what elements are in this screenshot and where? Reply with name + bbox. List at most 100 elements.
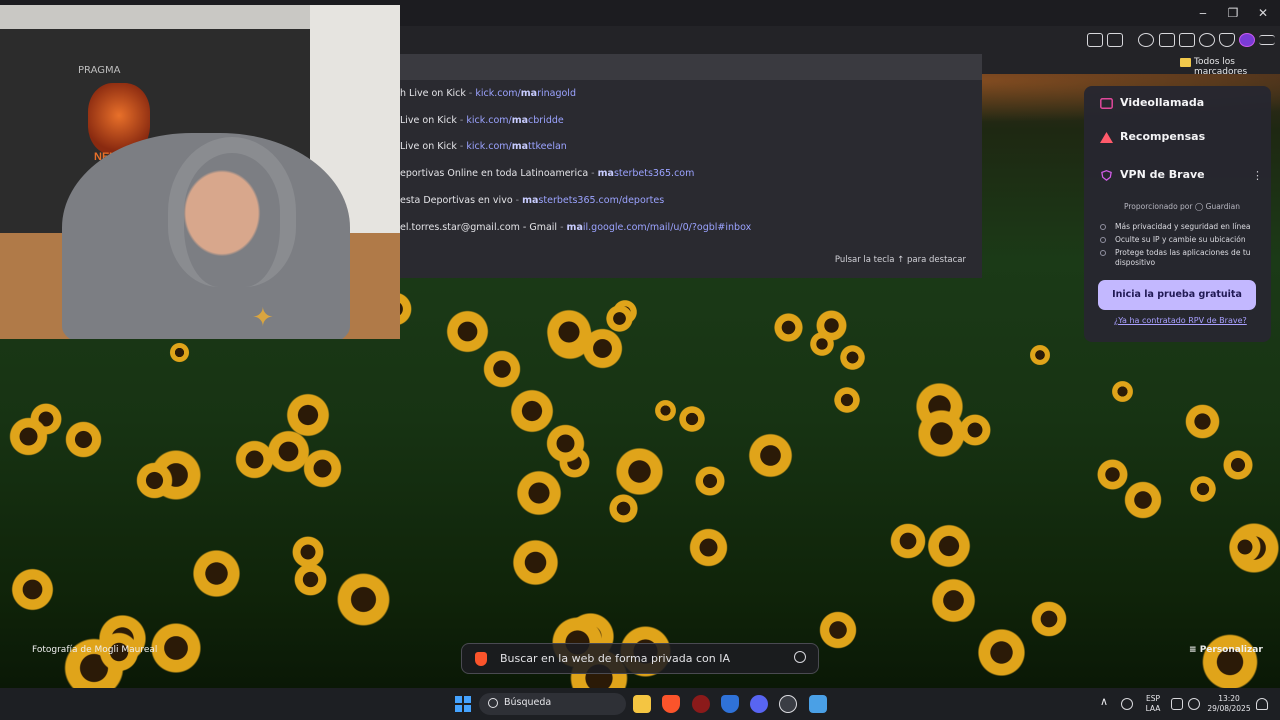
sunflower xyxy=(654,399,677,422)
suggestion-title: el.torres.star@gmail.com - Gmail xyxy=(400,222,558,233)
network-icon[interactable] xyxy=(1171,698,1183,710)
url-match: ma xyxy=(522,195,539,206)
minimize-button[interactable]: ‒ xyxy=(1193,4,1213,22)
webcam-overlay: PRAGMA NEUTRO ✦ xyxy=(0,5,400,339)
sidebar-icon[interactable] xyxy=(1159,33,1175,47)
suggestion-row[interactable]: Live on Kick - kick.com/macbridde xyxy=(400,110,982,132)
screenshot-icon[interactable] xyxy=(1107,33,1123,47)
check-icon xyxy=(1100,224,1106,230)
wallet-icon[interactable] xyxy=(1179,33,1195,47)
suggestion-row[interactable]: h Live on Kick - kick.com/marinagold xyxy=(400,83,982,105)
all-bookmarks-link[interactable]: Todos los marcadores xyxy=(1194,57,1280,77)
sunflower xyxy=(285,392,331,438)
volume-icon[interactable] xyxy=(1188,698,1200,710)
sunflower xyxy=(926,523,972,569)
search-box[interactable]: Buscar en la web de forma privada con IA xyxy=(461,643,819,674)
extensions-icon[interactable] xyxy=(1087,33,1103,47)
sunflower xyxy=(747,432,794,479)
language-indicator[interactable]: ESP LAA xyxy=(1142,694,1164,714)
suggestion-row[interactable]: Live on Kick - kick.com/mattkeelan xyxy=(400,136,982,158)
leo-ai-icon[interactable] xyxy=(1199,33,1215,47)
photos-icon[interactable] xyxy=(809,695,827,713)
suggestion-row[interactable]: eportivas Online en toda Latinoamerica -… xyxy=(400,163,982,185)
sunflower xyxy=(8,416,49,457)
keyboard-layout: LAA xyxy=(1145,704,1161,713)
sunflower xyxy=(889,522,927,560)
sunflower xyxy=(605,304,634,333)
search-icon[interactable] xyxy=(794,651,806,663)
windows-start-icon[interactable] xyxy=(455,696,471,712)
restore-button[interactable]: ❐ xyxy=(1223,4,1243,22)
sunflower xyxy=(545,423,586,464)
suggestion-row[interactable]: el.torres.star@gmail.com - Gmail - mail.… xyxy=(400,217,982,239)
suggestion-url: kick.com/mattkeelan xyxy=(466,141,567,152)
sunflower xyxy=(10,567,55,612)
suggestion-url: masterbets365.com xyxy=(598,168,695,179)
sunflower xyxy=(839,344,866,371)
sunflower xyxy=(511,538,560,587)
separator: - xyxy=(588,168,598,179)
sunflower xyxy=(191,548,242,599)
taskbar-search-label: Búsqueda xyxy=(504,697,552,708)
sunflower xyxy=(515,469,563,517)
sunflower xyxy=(1029,344,1051,366)
file-explorer-icon[interactable] xyxy=(633,695,651,713)
url-rest: rinagold xyxy=(537,88,576,99)
videocall-link[interactable]: Videollamada xyxy=(1120,96,1204,109)
more-options-icon[interactable]: ⋮ xyxy=(1252,169,1263,182)
sunflower xyxy=(169,342,190,363)
check-icon xyxy=(1100,237,1106,243)
security-app-icon[interactable] xyxy=(721,695,739,713)
sunflower xyxy=(614,446,665,497)
separator: - xyxy=(456,141,467,152)
menu-icon[interactable] xyxy=(1259,35,1275,45)
rewards-link[interactable]: Recompensas xyxy=(1120,130,1205,143)
url-rest: cbridde xyxy=(528,115,564,126)
vpn-shield-icon xyxy=(1101,170,1112,181)
sunflower xyxy=(335,571,392,628)
app-icon[interactable] xyxy=(692,695,710,713)
suggestion-url: mail.google.com/mail/u/0/?ogbl#inbox xyxy=(567,222,752,233)
close-button[interactable]: ✕ xyxy=(1253,4,1273,22)
sunflower xyxy=(509,388,555,434)
sunflower xyxy=(293,562,328,597)
show-hidden-icons[interactable]: ∧ xyxy=(1100,696,1108,707)
sunflower xyxy=(1200,632,1260,692)
sunflower xyxy=(1030,600,1068,638)
discord-icon[interactable] xyxy=(750,695,768,713)
sunflower xyxy=(773,312,804,343)
sunflower xyxy=(688,527,729,568)
clock[interactable]: 13:20 29/08/2025 xyxy=(1206,694,1252,714)
suggestion-hint: Pulsar la tecla ↑ para destacar xyxy=(834,255,966,265)
url-prefix: kick.com/ xyxy=(466,115,512,126)
url-match: ma xyxy=(511,141,529,152)
steam-icon[interactable] xyxy=(779,695,797,713)
hoodie xyxy=(168,137,296,287)
check-icon xyxy=(1100,250,1106,256)
brave-browser-icon[interactable] xyxy=(662,695,680,713)
sunflower xyxy=(1228,530,1262,564)
sunflower xyxy=(545,308,593,356)
suggestion-row[interactable]: esta Deportivas en vivo - masterbets365.… xyxy=(400,190,982,212)
suggestion-url: masterbets365.com/deportes xyxy=(522,195,664,206)
vpn-title: VPN de Brave xyxy=(1120,168,1205,181)
notifications-icon[interactable] xyxy=(1256,698,1268,710)
suggestion-title: Live on Kick xyxy=(400,141,457,152)
search-icon xyxy=(488,698,498,708)
sunflower xyxy=(930,577,977,624)
taskbar-search[interactable]: Búsqueda xyxy=(479,693,626,715)
start-trial-button[interactable]: Inicia la prueba gratuita xyxy=(1098,280,1256,310)
sunflower xyxy=(1184,403,1221,440)
address-bar-input[interactable] xyxy=(400,54,982,80)
search-placeholder: Buscar en la web de forma privada con IA xyxy=(500,652,731,665)
sunflower xyxy=(1222,449,1254,481)
music-icon[interactable] xyxy=(1138,33,1154,47)
microphone-icon[interactable] xyxy=(1121,698,1133,710)
brave-rewards-icon[interactable] xyxy=(1239,33,1255,47)
url-match: ma xyxy=(520,88,538,99)
sunflower xyxy=(1111,380,1134,403)
sunflower xyxy=(818,610,858,650)
already-subscribed-link[interactable]: ¿Ya ha contratado RPV de Brave? xyxy=(1114,316,1247,325)
photo-credit[interactable]: Fotografía de Mogli Maureal xyxy=(32,645,157,655)
personalize-button[interactable]: ≡ Personalizar xyxy=(1189,645,1263,655)
